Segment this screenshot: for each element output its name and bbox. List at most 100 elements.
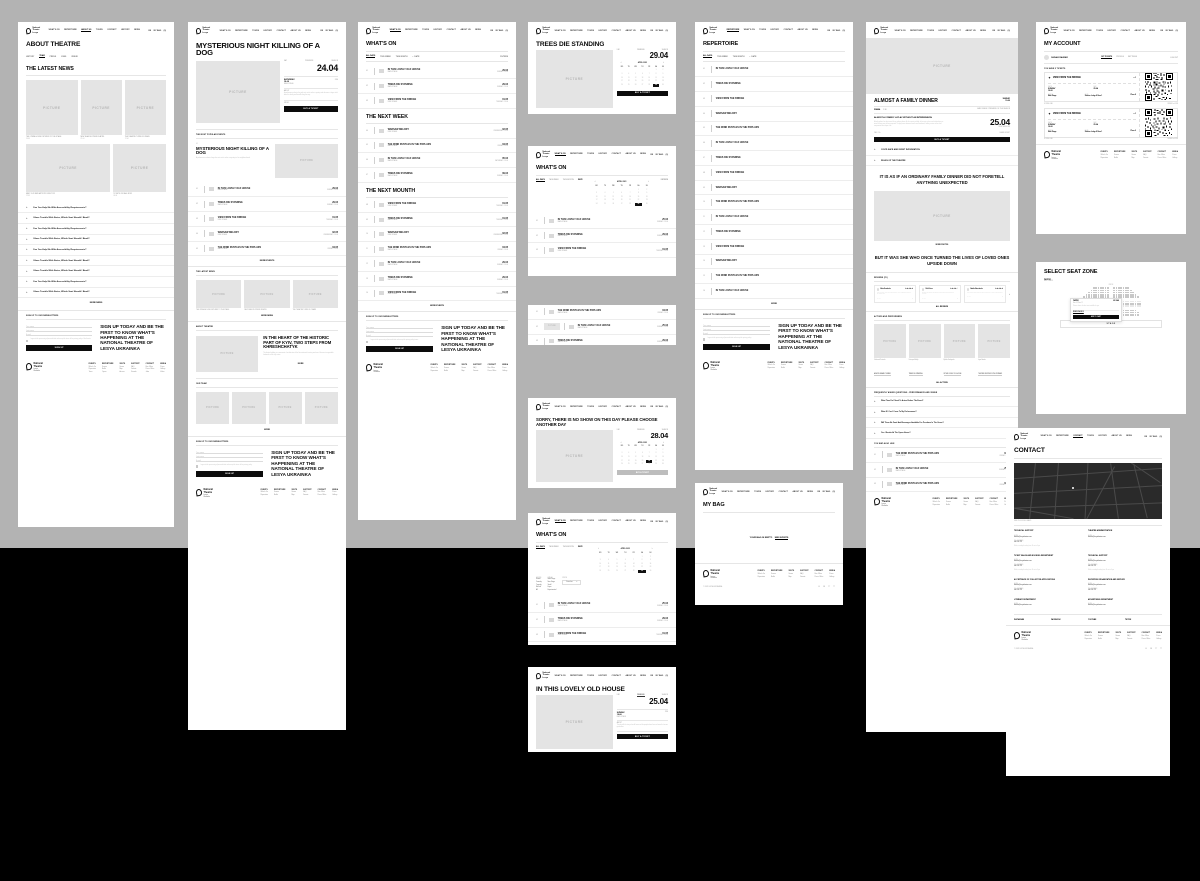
logo[interactable]: National Theatre Lesya <box>535 27 550 34</box>
navbar[interactable]: National Theatre Lesya WHAT'S ON REPERTOIRE… <box>528 513 676 529</box>
nav-item-2[interactable]: TOURS <box>587 520 594 523</box>
all-reviews-button[interactable]: ALL REVIEWS <box>866 303 1018 311</box>
navbar[interactable]: National Theatre Lesya WHAT'S ON REPERTO… <box>18 22 174 38</box>
faq-item[interactable]: + What If I Can't Come To My Performance? <box>866 407 1018 418</box>
day-cell[interactable]: 10 <box>593 196 601 199</box>
tab-all-days[interactable]: ALL DAYS <box>703 55 713 59</box>
bag-link[interactable]: MY BAG <box>1166 30 1174 32</box>
nav-item-5[interactable]: ABOUT US <box>792 491 802 493</box>
day-cell[interactable]: 23 <box>660 460 666 463</box>
newsletter-consent[interactable]: I agree to the processing of personal da… <box>703 338 770 341</box>
day-cell[interactable]: 23 <box>643 199 651 202</box>
footer-link[interactable]: Donate <box>303 495 312 498</box>
contact-email[interactable]: theatre@lesyatheatre.com <box>1014 585 1082 586</box>
buy-ticket-button[interactable]: BUY A TICKET <box>874 137 1010 143</box>
footer-link[interactable]: Press Office <box>488 371 497 374</box>
nav-item-4[interactable]: CONTACT <box>1121 30 1130 32</box>
nav-item-0[interactable]: WHAT'S ON <box>722 491 733 493</box>
nav-item-0[interactable]: WHAT'S ON <box>1064 30 1075 32</box>
footer-link[interactable]: Map <box>798 368 804 371</box>
bag-link[interactable]: MY BAG <box>656 521 664 523</box>
day-cell[interactable]: 30 <box>660 463 666 466</box>
footer-link[interactable]: Gallery <box>332 495 338 498</box>
navbar[interactable]: National Theatre Lesya WHAT'S ON REPERTOIRE… <box>1036 22 1186 38</box>
nav-item-6[interactable]: NEWS <box>812 29 818 32</box>
nav-right[interactable]: EN MY BAG (0) <box>818 491 835 493</box>
day-cell[interactable]: 4 <box>626 452 632 455</box>
lang-switch[interactable]: EN <box>993 30 996 32</box>
social-youtube[interactable]: YOUTUBE <box>1088 619 1125 621</box>
nav-item-3[interactable]: HISTORY <box>1108 30 1117 32</box>
nav-item-4[interactable]: CONTACT <box>277 30 286 32</box>
day-cell[interactable]: 13 <box>618 196 626 199</box>
logo[interactable]: National Theatre Lesya <box>535 151 550 158</box>
event-row[interactable]: 02 TREES DIE STANDING MAIN STAGE 29.04 SUNDA… <box>188 197 346 213</box>
nav-item-4[interactable]: CONTACT <box>612 520 621 523</box>
hero-picture[interactable]: PICTURE <box>536 695 613 750</box>
nav-item-2[interactable]: TOURS <box>587 153 594 156</box>
nav-right[interactable]: EN MY BAG (0) <box>321 30 338 32</box>
more-events-button[interactable]: MORE EVENTS <box>188 256 346 266</box>
nav-item-1[interactable]: REPERTOIRE <box>64 29 77 32</box>
screen-repertoire[interactable]: National Theatre Lesya REPERTOIRE WHAT'S ON… <box>695 22 853 470</box>
nav-item-1[interactable]: REPERTOIRE <box>405 29 418 32</box>
tab-profile[interactable]: PROFILE <box>1116 56 1124 59</box>
day-cell[interactable] <box>621 556 629 559</box>
footer-link[interactable]: Repertoire <box>1085 639 1092 642</box>
faq-item[interactable]: + I Have Trouble With Stairs, Which Seat … <box>18 288 174 299</box>
day-cell[interactable]: 22 <box>653 80 659 83</box>
accordion-item[interactable]: + RULES OF THE THEATRE <box>866 156 1018 167</box>
day-cell[interactable]: 25 <box>601 203 609 206</box>
tab-this-week[interactable]: THIS WEEK <box>717 56 728 58</box>
nav-links[interactable]: WHAT'S ON REPERTOIRE TOURS HISTORY CONTACT AB… <box>554 153 646 157</box>
day-cell[interactable]: 21 <box>626 199 634 202</box>
nav-item-2[interactable]: CONTACT <box>1073 435 1083 439</box>
bag-link[interactable]: MY BAG <box>326 30 334 32</box>
day-cell[interactable]: 16 <box>647 563 655 566</box>
nav-item-4[interactable]: CONTACT <box>779 491 788 493</box>
day-cell-selected[interactable]: 29 <box>652 83 660 87</box>
footer-link[interactable]: Ballet <box>1098 639 1109 642</box>
day-cell[interactable]: 2 <box>660 69 666 72</box>
event-row-hovered[interactable]: 02 PICTURE IN THIS LOVELY OLD HOUSE MAIN ST… <box>528 319 676 335</box>
faq-item[interactable]: + Can I Smoke At The Opera House? <box>866 428 1018 439</box>
nav-links[interactable]: WHAT'S ON REPERTOIRE TOURS HISTORY CONTA… <box>220 30 311 32</box>
day-cell[interactable] <box>630 556 638 559</box>
calendar-grid[interactable]: MO TU WE TH FR SA SU 12 3456789 10 11 12 13 14 15 16… <box>596 552 654 573</box>
newsletter-consent[interactable]: I agree to the processing of personal da… <box>26 339 92 342</box>
day-cell[interactable]: 2 <box>643 189 651 192</box>
event-row[interactable]: 03 VIEW FROM THE BRIDGE NEW STAGE 01.05 TUES… <box>528 243 676 259</box>
nav-item-3[interactable]: HISTORY <box>766 491 775 493</box>
bag-link[interactable]: MY BAG <box>998 30 1006 32</box>
day-cell[interactable]: 15 <box>638 563 646 566</box>
screen-no-show[interactable]: National Theatre Lesya WHAT'S ON REPERTOIRE… <box>528 398 676 488</box>
day-cell[interactable]: 16 <box>660 456 666 459</box>
nav-links[interactable]: WHAT'S ON REPERTOIRE TOURS HISTORY CONTACT AB… <box>555 30 646 32</box>
day-cell[interactable]: 22 <box>638 566 646 569</box>
day-cell[interactable] <box>596 556 604 559</box>
tab-date[interactable]: DATE <box>578 546 583 548</box>
lang-switch[interactable]: EN <box>1145 436 1148 438</box>
day-cell[interactable] <box>626 449 632 452</box>
faq-item[interactable]: + What Time Do I Need To Arrive Before Th… <box>866 397 1018 408</box>
footer-link[interactable]: Map <box>788 577 794 580</box>
day-cell[interactable]: 19 <box>613 566 621 569</box>
day-cell[interactable]: 7 <box>630 559 638 562</box>
faq-item[interactable]: + I Have Trouble With Stairs, Which Seat … <box>18 213 174 224</box>
newsletter[interactable]: Your name Last name E-mail I agree to th… <box>188 446 346 483</box>
nav-item-5[interactable]: ABOUT US <box>797 29 807 32</box>
faq-item[interactable]: + Can You Help Me With Accessibility Requ… <box>18 224 174 235</box>
nav-item-0[interactable]: WHAT'S ON <box>555 406 566 408</box>
nav-item-4[interactable]: HISTORY <box>1098 435 1107 438</box>
footer-link[interactable]: Press Office <box>815 577 824 580</box>
navbar[interactable]: National Theatre Lesya WHAT'S ON REPERTOIRE… <box>528 22 676 38</box>
nav-item-2[interactable]: TOURS <box>927 30 934 32</box>
repertoire-row[interactable]: 08 VIEW FROM THE BRIDGE <box>695 166 853 181</box>
lang-switch[interactable]: EN <box>149 30 152 32</box>
day-cell[interactable]: 1 <box>653 69 659 72</box>
nav-right[interactable]: EN MY BAG (0) <box>828 30 845 32</box>
nav-item-6[interactable]: NEWS <box>640 30 646 32</box>
nav-item-0[interactable]: WHAT'S ON <box>220 30 231 32</box>
newsletter[interactable]: Your name Last name E-mail I agree to th… <box>18 320 174 357</box>
nav-item-3[interactable]: TOURS <box>96 29 103 32</box>
